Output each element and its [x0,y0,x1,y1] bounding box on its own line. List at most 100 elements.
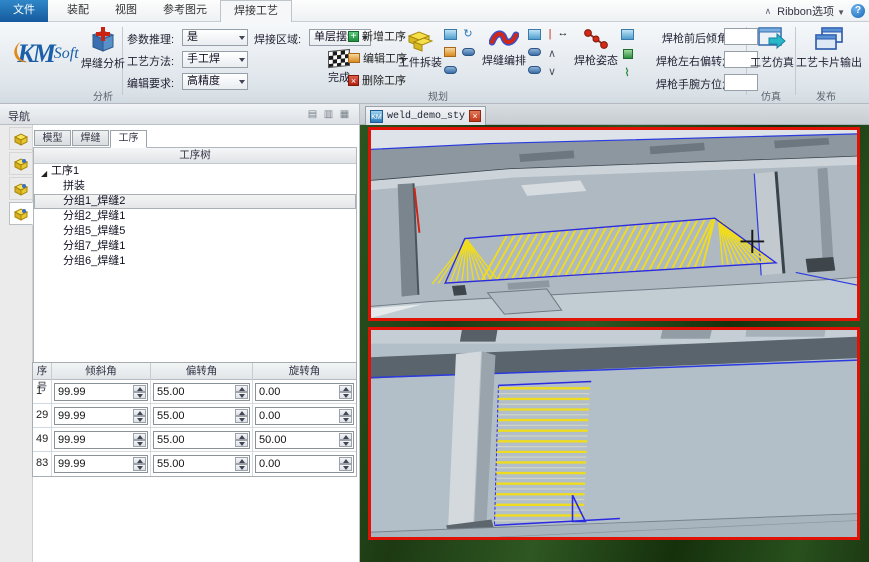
segment-icon[interactable] [443,63,457,77]
gun-posture-button[interactable]: 焊枪姿态 [574,28,618,68]
deflect-input[interactable] [154,384,234,400]
deflect-spinbox[interactable] [153,383,250,401]
spin-up-icon[interactable] [339,457,352,464]
ribbon-collapse-icon[interactable]: ∧ [765,6,772,17]
ribbon-options-menu[interactable]: Ribbon选项 ▼ [777,3,845,19]
rotate-spinbox[interactable] [255,431,354,449]
horizontal-arrow-icon[interactable]: ↔ [556,26,570,40]
nav-tab-process[interactable]: 工序 [110,130,147,148]
tree-item[interactable]: 分组6_焊缝1 [34,254,356,269]
tilt-spinbox[interactable] [54,455,148,473]
spin-down-icon[interactable] [133,392,146,399]
tilt-input[interactable] [55,432,132,448]
delete-process-button[interactable]: ×删除工序 [348,72,406,88]
rotate-spinbox[interactable] [255,383,354,401]
spin-down-icon[interactable] [339,464,352,471]
seam-arrange-button[interactable]: 焊缝编排 [478,28,530,68]
document-close-icon[interactable]: × [469,110,481,122]
spin-down-icon[interactable] [133,464,146,471]
spin-down-icon[interactable] [235,464,248,471]
rotate-input[interactable] [256,432,338,448]
edit-requirement-select[interactable]: 高精度 [182,73,248,90]
deflect-spinbox[interactable] [153,407,250,425]
spin-up-icon[interactable] [235,457,248,464]
param-infer-select[interactable]: 是 [182,29,248,46]
tree-item[interactable]: 分组7_焊缝1 [34,239,356,254]
nav-pin-icon[interactable]: ▥ [322,108,335,121]
spin-down-icon[interactable] [339,440,352,447]
segment-icon[interactable] [527,63,541,77]
spin-up-icon[interactable] [235,433,248,440]
weld-analysis-button[interactable]: 焊缝分析 [84,25,122,71]
move-up-icon[interactable]: ∧ [545,46,559,60]
tree-item[interactable]: 拼装 [34,179,356,194]
spin-up-icon[interactable] [235,385,248,392]
segment-icon[interactable] [461,45,475,59]
segment-icon[interactable] [527,45,541,59]
tilt-spinbox[interactable] [54,431,148,449]
deflect-spinbox[interactable] [153,455,250,473]
rotate-input[interactable] [256,408,338,424]
spin-down-icon[interactable] [339,416,352,423]
spin-up-icon[interactable] [339,409,352,416]
tree-item-root[interactable]: ◢ 工序1 [34,164,356,179]
part-tool-button[interactable] [9,127,33,150]
snapshot-icon[interactable] [620,27,634,41]
tab-weld-process[interactable]: 焊接工艺 [220,0,292,22]
tab-reference[interactable]: 参考图元 [150,0,220,22]
rotate-input[interactable] [256,456,338,472]
tab-view[interactable]: 视图 [102,0,150,22]
document-tab[interactable]: KM weld_demo_sty × [365,106,486,125]
spin-up-icon[interactable] [133,409,146,416]
snapshot-icon[interactable] [527,27,541,41]
process-tool-button[interactable] [9,202,33,225]
tree-item[interactable]: 分组5_焊缝5 [34,224,356,239]
rotate-spinbox[interactable] [255,455,354,473]
tilt-input[interactable] [55,384,132,400]
deflect-input[interactable] [154,408,234,424]
spin-down-icon[interactable] [235,392,248,399]
spin-down-icon[interactable] [339,392,352,399]
deflect-input[interactable] [154,432,234,448]
spin-up-icon[interactable] [235,409,248,416]
3d-view-bottom[interactable] [368,327,860,540]
process-simulation-button[interactable]: 工艺仿真 [749,26,795,70]
3d-view-top[interactable] [368,127,860,321]
process-card-output-button[interactable]: 工艺卡片输出 [798,26,860,70]
deflect-input[interactable] [154,456,234,472]
move-down-icon[interactable]: ∨ [545,64,559,78]
spin-up-icon[interactable] [133,433,146,440]
tree-item-selected[interactable]: 分组1_焊缝2 [34,194,356,209]
spin-up-icon[interactable] [133,457,146,464]
tilt-spinbox[interactable] [54,407,148,425]
weld-tool-button[interactable] [9,177,33,200]
tab-file[interactable]: 文件 [0,0,48,22]
path-curve-icon[interactable]: ⌇ [620,65,634,79]
tilt-input[interactable] [55,456,132,472]
operation-tool-button[interactable] [9,152,33,175]
rotate-icon[interactable]: ↻ [461,26,475,40]
deflect-spinbox[interactable] [153,431,250,449]
workpiece-disassembly-button[interactable]: 工件拆装 [398,28,442,70]
gun-wrist-input[interactable] [724,74,758,91]
export-box-icon[interactable] [443,45,457,59]
tree-item[interactable]: 分组2_焊缝1 [34,209,356,224]
spin-up-icon[interactable] [339,433,352,440]
spin-down-icon[interactable] [235,440,248,447]
nav-dock-icon[interactable]: ▤ [306,108,319,121]
tab-assembly[interactable]: 装配 [54,0,102,22]
spin-down-icon[interactable] [235,416,248,423]
nav-tab-weld[interactable]: 焊缝 [72,130,109,146]
spin-up-icon[interactable] [133,385,146,392]
tilt-input[interactable] [55,408,132,424]
spin-up-icon[interactable] [339,385,352,392]
spin-down-icon[interactable] [133,440,146,447]
divider-mark-icon[interactable]: | [543,27,557,41]
snapshot-icon[interactable] [443,27,457,41]
rotate-input[interactable] [256,384,338,400]
nav-tab-model[interactable]: 模型 [34,130,71,146]
rotate-spinbox[interactable] [255,407,354,425]
help-icon[interactable]: ? [851,4,865,18]
toolbox-icon[interactable] [621,47,635,61]
nav-close-icon[interactable]: ▦ [338,108,351,121]
